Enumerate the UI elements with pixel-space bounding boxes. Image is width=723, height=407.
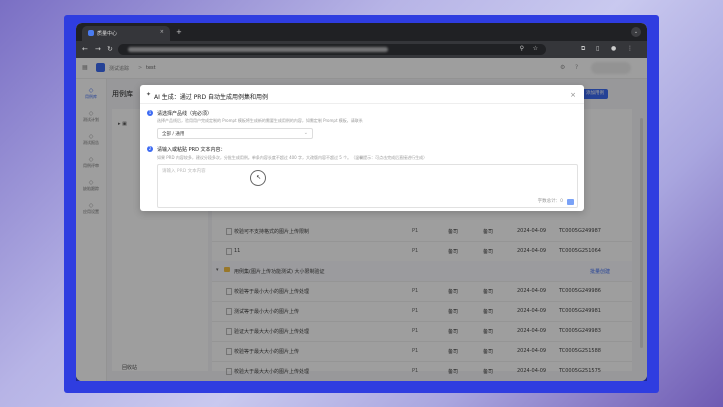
- product-line-select[interactable]: 全部 / 通用 ⌄: [157, 128, 313, 139]
- tab-search-icon[interactable]: ⌄: [631, 27, 641, 37]
- menu-icon[interactable]: ⋮: [627, 45, 633, 52]
- dialog-title: AI 生成：通过 PRD 自动生成用例集和用例: [154, 94, 269, 101]
- step-1-badge: 1: [147, 110, 153, 116]
- chevron-down-icon: ⌄: [303, 130, 308, 136]
- back-icon[interactable]: ←: [82, 45, 88, 53]
- favicon-icon: [88, 30, 94, 36]
- prd-text-input[interactable]: 请输入 PRD 文本内容 字数总计：0: [157, 164, 578, 208]
- new-tab-button[interactable]: +: [176, 28, 182, 36]
- prd-placeholder: 请输入 PRD 文本内容: [162, 169, 206, 174]
- ai-sparkle-icon: ✦: [146, 91, 152, 98]
- char-counter: 字数总计：0: [537, 199, 563, 204]
- step-1-label: 请选择产品线（完必须）: [157, 111, 213, 117]
- dialog-divider: [140, 103, 584, 104]
- ai-generate-dialog: ✦ AI 生成：通过 PRD 自动生成用例集和用例 × 1 请选择产品线（完必须…: [140, 85, 584, 211]
- step-2-badge: 2: [147, 146, 153, 152]
- mouse-cursor-icon: ↖: [250, 170, 266, 186]
- close-icon[interactable]: ×: [570, 91, 576, 99]
- profile-icon[interactable]: ●: [611, 45, 616, 52]
- send-button[interactable]: [567, 199, 574, 205]
- select-value: 全部 / 通用: [162, 132, 185, 137]
- extensions-icon[interactable]: ⧉: [581, 45, 585, 53]
- address-bar: ← → ↻ ⚲ ☆ ⧉ ▯ ● ⋮: [76, 41, 647, 58]
- step-2-label: 请输入或粘贴 PRD 文本内容：: [157, 147, 226, 153]
- bookmark-star-icon[interactable]: ☆: [533, 45, 538, 52]
- url-blurred: [128, 47, 388, 52]
- url-input[interactable]: ⚲ ☆: [118, 44, 546, 55]
- sidebar-toggle-icon[interactable]: ▯: [596, 45, 599, 52]
- reload-icon[interactable]: ↻: [107, 45, 113, 53]
- tab-bar: 质量中心 × + ⌄: [76, 23, 647, 41]
- browser-tab[interactable]: 质量中心 ×: [82, 26, 170, 41]
- tab-close-icon[interactable]: ×: [160, 29, 164, 35]
- forward-icon[interactable]: →: [95, 45, 101, 53]
- tab-title: 质量中心: [97, 31, 118, 37]
- step-1-hint: 选择产品线后，验用用户完成定制的 Prompt 模板将生成新的需要生成用例的内容…: [157, 118, 363, 123]
- step-2-hint: 如果 PRD 内容较多，建议分段多次，分批生成用例。单条内容长度不超过 400 …: [157, 155, 428, 160]
- zoom-icon[interactable]: ⚲: [520, 45, 524, 52]
